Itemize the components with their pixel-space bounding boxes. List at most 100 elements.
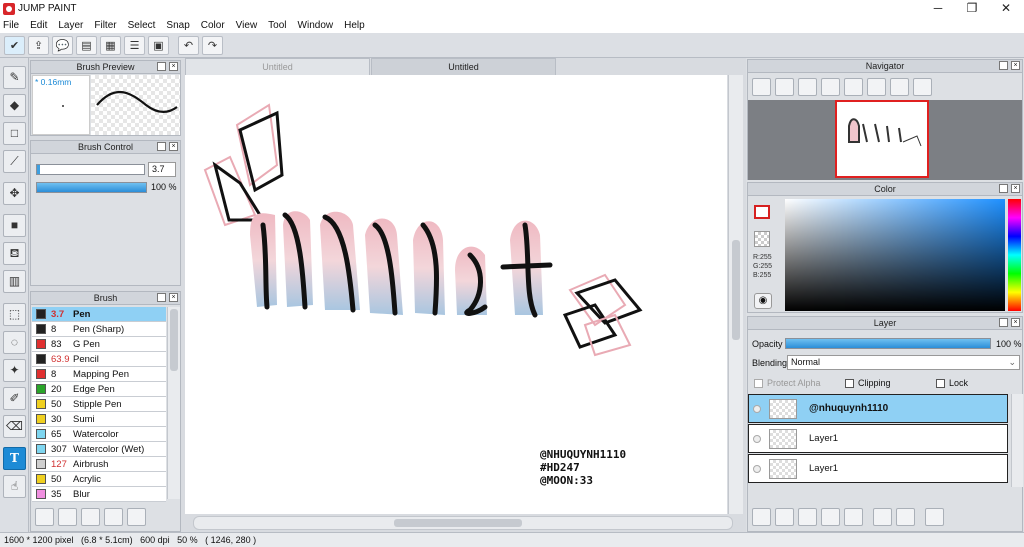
layer-opacity-slider[interactable] <box>785 338 991 349</box>
brush-list-item[interactable]: 8 Pen (Sharp) <box>32 322 166 337</box>
panel-close-icon[interactable]: × <box>1011 61 1020 70</box>
brush-list-item[interactable]: 50 Acrylic <box>32 472 166 487</box>
rotate-left-icon[interactable] <box>844 78 863 96</box>
float-icon[interactable] <box>999 184 1008 193</box>
menu-color[interactable]: Color <box>201 20 225 31</box>
fit-screen-icon[interactable] <box>798 78 817 96</box>
clipping-checkbox[interactable]: Clipping <box>845 378 891 389</box>
select-pen-icon[interactable]: ✐ <box>3 387 26 410</box>
new-tone-layer-icon[interactable] <box>821 508 840 526</box>
message-icon[interactable]: ▤ <box>76 35 97 55</box>
redo-icon[interactable]: ↷ <box>202 35 223 55</box>
zoom-in-icon[interactable] <box>775 78 794 96</box>
minimize-button[interactable]: ─ <box>921 0 955 17</box>
brush-list-scrollbar[interactable] <box>167 307 180 499</box>
reset-view-icon[interactable] <box>867 78 886 96</box>
menu-file[interactable]: File <box>3 20 19 31</box>
blending-select[interactable]: Normal ⌄ <box>787 355 1020 370</box>
brush-size-input[interactable]: 3.7 <box>148 162 176 177</box>
layer-list-scrollbar[interactable] <box>1011 394 1023 487</box>
list-icon[interactable]: ☰ <box>124 35 145 55</box>
layer-row[interactable]: Layer1 <box>748 424 1008 453</box>
menu-filter[interactable]: Filter <box>94 20 116 31</box>
hue-slider[interactable] <box>1008 199 1021 311</box>
menu-snap[interactable]: Snap <box>166 20 189 31</box>
rectangle-tool-icon[interactable]: □ <box>3 122 26 145</box>
brush-list-item[interactable]: 83 G Pen <box>32 337 166 352</box>
saturation-value-picker[interactable] <box>785 199 1005 311</box>
brush-list-item[interactable]: 3.7 Pen <box>32 307 166 322</box>
bucket-tool-icon[interactable]: ⛾ <box>3 242 26 265</box>
menu-layer[interactable]: Layer <box>58 20 83 31</box>
brush-list-item[interactable]: 35 Blur <box>32 487 166 502</box>
brush-list-item[interactable]: 30 Sumi <box>32 412 166 427</box>
settings-list-icon[interactable]: ▣ <box>148 35 169 55</box>
float-icon[interactable] <box>157 62 166 71</box>
protect-alpha-checkbox[interactable]: Protect Alpha <box>754 378 821 389</box>
brush-list-item[interactable]: 65 Watercolor <box>32 427 166 442</box>
float-icon[interactable] <box>157 293 166 302</box>
menu-select[interactable]: Select <box>128 20 156 31</box>
brush-size-slider[interactable] <box>36 164 145 175</box>
menu-help[interactable]: Help <box>344 20 365 31</box>
zoom-out-icon[interactable] <box>821 78 840 96</box>
lock-checkbox[interactable]: Lock <box>936 378 968 389</box>
float-icon[interactable] <box>157 142 166 151</box>
main-color-swatch[interactable] <box>754 205 770 219</box>
line-tool-icon[interactable]: ⟋ <box>3 150 26 173</box>
close-window-button[interactable]: ✕ <box>989 0 1023 17</box>
visibility-eye-icon[interactable] <box>753 464 761 473</box>
brush-list-item[interactable]: 127 Airbrush <box>32 457 166 472</box>
zoom-fit-icon[interactable] <box>752 78 771 96</box>
text-tool-icon[interactable]: T <box>3 447 26 470</box>
panel-close-icon[interactable]: × <box>169 62 178 71</box>
maximize-button[interactable]: ❐ <box>955 0 989 17</box>
menu-edit[interactable]: Edit <box>30 20 47 31</box>
float-icon[interactable] <box>999 318 1008 327</box>
new-layer-icon[interactable] <box>752 508 771 526</box>
float-icon[interactable] <box>999 61 1008 70</box>
brush-list-item[interactable]: 50 Stipple Pen <box>32 397 166 412</box>
brush-list-item[interactable]: 8 Mapping Pen <box>32 367 166 382</box>
menu-tool[interactable]: Tool <box>268 20 286 31</box>
document-icon[interactable]: ▦ <box>100 35 121 55</box>
panel-close-icon[interactable]: × <box>1011 318 1020 327</box>
brush-list-item[interactable]: 63.9 Pencil <box>32 352 166 367</box>
eraser-tool-icon[interactable]: ◆ <box>3 94 26 117</box>
drawing-canvas[interactable]: @NHUQUYNH1110 #HD247 @MOON:33 <box>185 75 727 514</box>
new-folder-icon[interactable] <box>844 508 863 526</box>
menu-window[interactable]: Window <box>298 20 334 31</box>
select-eraser-icon[interactable]: ⌫ <box>3 415 26 438</box>
magic-wand-icon[interactable]: ✦ <box>3 359 26 382</box>
tab-untitled-2[interactable]: Untitled <box>371 58 556 75</box>
brush-settings-icon[interactable] <box>35 508 54 526</box>
tab-untitled-1[interactable]: Untitled <box>185 58 370 75</box>
gradient-tool-icon[interactable]: ▥ <box>3 270 26 293</box>
panel-close-icon[interactable]: × <box>169 142 178 151</box>
fill-rect-tool-icon[interactable]: ■ <box>3 214 26 237</box>
hand-tool-icon[interactable]: ☝ <box>3 475 26 498</box>
canvas-horizontal-scrollbar[interactable] <box>193 516 733 530</box>
lasso-select-icon[interactable]: ◌ <box>3 331 26 354</box>
menu-view[interactable]: View <box>236 20 258 31</box>
transparent-color-swatch[interactable] <box>754 231 770 247</box>
folder-icon[interactable] <box>127 508 146 526</box>
new-brush-icon[interactable] <box>58 508 77 526</box>
layer-row[interactable]: Layer1 <box>748 454 1008 483</box>
share-icon[interactable]: ⇪ <box>28 35 49 55</box>
import-brush-icon[interactable] <box>104 508 123 526</box>
visibility-eye-icon[interactable] <box>753 434 761 443</box>
brush-list-item[interactable]: 20 Edge Pen <box>32 382 166 397</box>
new-raster-layer-icon[interactable] <box>775 508 794 526</box>
layer-row[interactable]: @nhuquynh1110 <box>748 394 1008 423</box>
palette-icon[interactable]: ◉ <box>754 293 772 309</box>
rect-select-icon[interactable]: ⬚ <box>3 303 26 326</box>
canvas-vertical-scrollbar[interactable] <box>728 75 743 514</box>
move-tool-icon[interactable]: ✥ <box>3 182 26 205</box>
comment-icon[interactable]: 💬 <box>52 35 73 55</box>
panel-close-icon[interactable]: × <box>169 293 178 302</box>
brush-list-item[interactable]: 307 Watercolor (Wet) <box>32 442 166 457</box>
delete-layer-icon[interactable] <box>925 508 944 526</box>
cloud-check-icon[interactable]: ✔ <box>4 35 25 55</box>
duplicate-layer-icon[interactable] <box>873 508 892 526</box>
